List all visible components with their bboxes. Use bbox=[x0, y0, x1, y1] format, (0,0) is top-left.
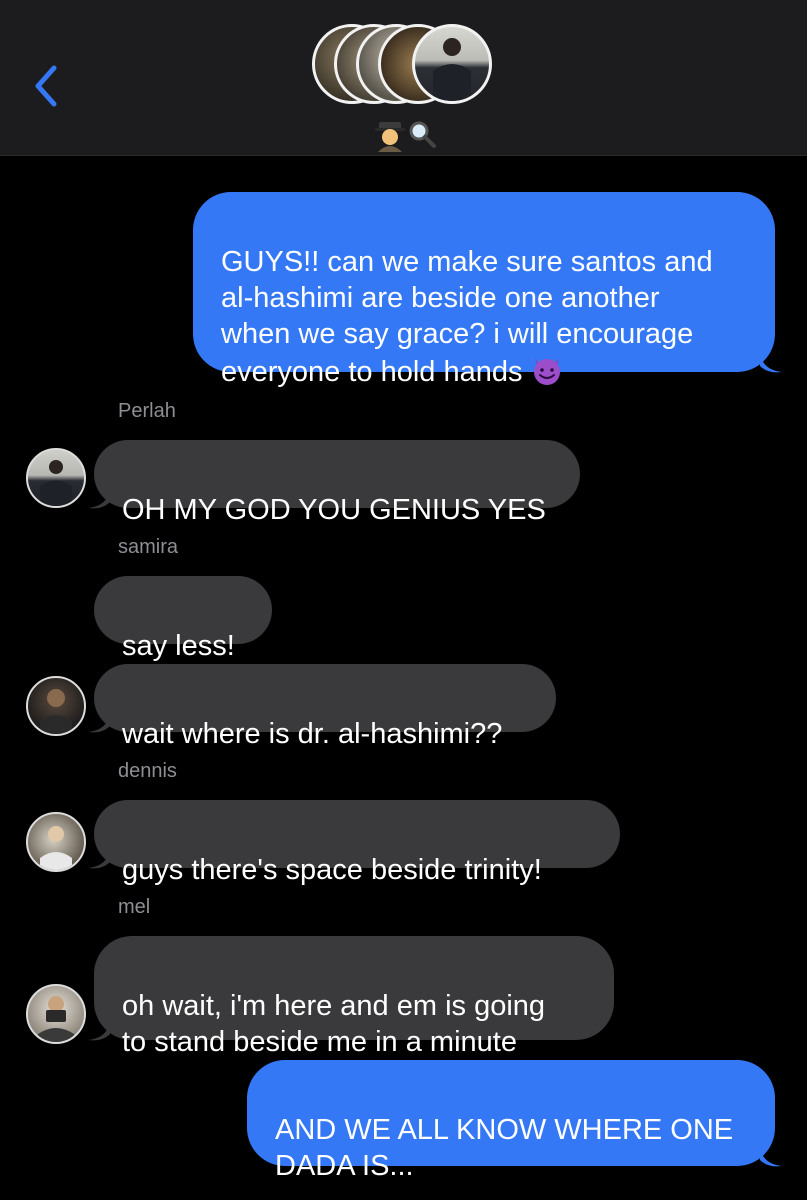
outgoing-message-bubble[interactable]: GUYS!! can we make sure santos and al-ha… bbox=[193, 192, 775, 388]
message-list[interactable]: GUYS!! can we make sure santos and al-ha… bbox=[0, 156, 807, 1200]
incoming-message-bubble[interactable]: oh wait, i'm here and em is going to sta… bbox=[94, 936, 614, 1058]
message-text: wait where is dr. al-hashimi?? bbox=[122, 718, 503, 750]
incoming-message-bubble[interactable]: OH MY GOD YOU GENIUS YES bbox=[94, 440, 580, 526]
back-button[interactable] bbox=[28, 62, 64, 110]
person-silhouette-icon bbox=[40, 460, 72, 506]
incoming-message-bubble[interactable]: guys there's space beside trinity! bbox=[94, 800, 620, 886]
person-silhouette-icon bbox=[40, 689, 72, 734]
message-text: oh wait, i'm here and em is going to sta… bbox=[122, 990, 546, 1058]
avatar[interactable] bbox=[26, 448, 86, 508]
magnifying-glass-icon bbox=[409, 121, 436, 148]
incoming-message-bubble[interactable]: say less! bbox=[94, 576, 272, 662]
outgoing-message-bubble[interactable]: AND WE ALL KNOW WHERE ONE DADA IS... bbox=[247, 1060, 775, 1182]
avatar[interactable] bbox=[26, 812, 86, 872]
sender-name: dennis bbox=[118, 760, 177, 782]
message-text: GUYS!! can we make sure santos and al-ha… bbox=[221, 246, 713, 388]
chevron-left-icon bbox=[35, 65, 57, 107]
bubble-tail bbox=[88, 848, 110, 869]
bubble-tail bbox=[760, 1146, 782, 1167]
conversation-header bbox=[0, 0, 807, 156]
bubble-tail bbox=[88, 712, 110, 733]
person-with-camera-icon bbox=[38, 996, 74, 1042]
sender-name: mel bbox=[118, 896, 151, 918]
message-text: guys there's space beside trinity! bbox=[122, 854, 542, 886]
detective-emoji-icon bbox=[375, 122, 405, 152]
message-text: AND WE ALL KNOW WHERE ONE DADA IS... bbox=[275, 1114, 734, 1182]
bubble-tail bbox=[760, 352, 782, 373]
smiling-devil-icon bbox=[533, 358, 560, 385]
sender-name: samira bbox=[118, 536, 179, 558]
person-silhouette-icon bbox=[40, 826, 72, 870]
member-avatar bbox=[412, 24, 492, 104]
bubble-tail bbox=[88, 488, 110, 509]
avatar[interactable] bbox=[26, 676, 86, 736]
bubble-tail bbox=[88, 1020, 110, 1041]
group-name[interactable] bbox=[360, 112, 450, 152]
avatar[interactable] bbox=[26, 984, 86, 1044]
group-avatar-stack[interactable] bbox=[312, 24, 496, 104]
sender-name: Perlah bbox=[118, 400, 176, 422]
message-text: OH MY GOD YOU GENIUS YES bbox=[122, 494, 546, 526]
message-text: say less! bbox=[122, 630, 235, 662]
incoming-message-bubble[interactable]: wait where is dr. al-hashimi?? bbox=[94, 664, 556, 750]
